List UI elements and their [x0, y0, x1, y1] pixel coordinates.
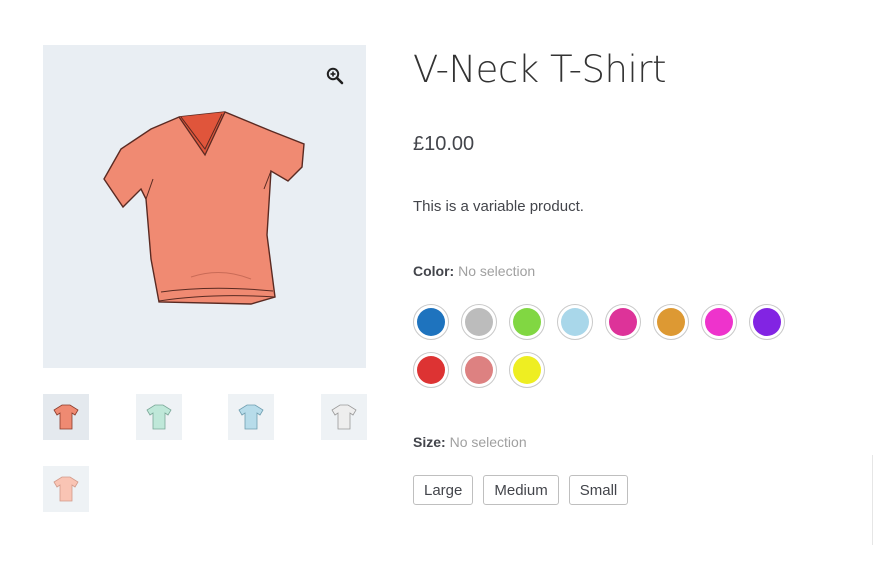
color-swatch-11[interactable]: [509, 352, 545, 388]
color-swatch-dot: [465, 356, 493, 384]
thumbnail-red[interactable]: [43, 394, 89, 440]
color-swatch-6[interactable]: [653, 304, 689, 340]
tshirt-illustration: [103, 111, 305, 305]
color-swatches: [413, 304, 803, 388]
product-title: V-Neck T-Shirt: [413, 48, 666, 91]
product-description: This is a variable product.: [413, 198, 584, 215]
tshirt-thumbnail-icon: [53, 404, 79, 430]
color-swatch-dot: [513, 308, 541, 336]
color-swatch-dot: [417, 308, 445, 336]
size-option-small[interactable]: Small: [568, 475, 629, 505]
color-swatch-dot: [465, 308, 493, 336]
size-attribute-label: Size: No selection: [413, 434, 527, 450]
color-swatch-dot: [513, 356, 541, 384]
divider: [872, 455, 873, 545]
color-swatch-4[interactable]: [557, 304, 593, 340]
color-swatch-2[interactable]: [461, 304, 497, 340]
zoom-button[interactable]: [320, 61, 350, 91]
color-swatch-10[interactable]: [461, 352, 497, 388]
color-label: Color:: [413, 263, 455, 279]
color-swatch-9[interactable]: [413, 352, 449, 388]
product-price: £10.00: [413, 133, 475, 155]
color-swatch-dot: [417, 356, 445, 384]
color-selection: No selection: [458, 263, 536, 279]
thumbnail-mint[interactable]: [136, 394, 182, 440]
color-swatch-1[interactable]: [413, 304, 449, 340]
tshirt-thumbnail-icon: [53, 476, 79, 502]
tshirt-thumbnail-icon: [238, 404, 264, 430]
color-swatch-dot: [609, 308, 637, 336]
tshirt-thumbnail-icon: [146, 404, 172, 430]
color-swatch-8[interactable]: [749, 304, 785, 340]
thumbnail-white[interactable]: [321, 394, 367, 440]
color-swatch-dot: [705, 308, 733, 336]
color-attribute-label: Color: No selection: [413, 263, 535, 279]
magnifier-plus-icon: [326, 67, 344, 85]
thumbnail-peach[interactable]: [43, 466, 89, 512]
size-option-large[interactable]: Large: [413, 475, 474, 505]
color-swatch-dot: [561, 308, 589, 336]
color-swatch-7[interactable]: [701, 304, 737, 340]
tshirt-thumbnail-icon: [331, 404, 357, 430]
size-label: Size:: [413, 434, 446, 450]
size-options: Large Medium Small: [413, 475, 629, 505]
size-selection: No selection: [449, 434, 527, 450]
size-option-medium[interactable]: Medium: [483, 475, 559, 505]
product-main-image[interactable]: [43, 45, 366, 368]
color-swatch-3[interactable]: [509, 304, 545, 340]
thumbnail-light-blue[interactable]: [228, 394, 274, 440]
color-swatch-dot: [753, 308, 781, 336]
color-swatch-5[interactable]: [605, 304, 641, 340]
color-swatch-dot: [657, 308, 685, 336]
